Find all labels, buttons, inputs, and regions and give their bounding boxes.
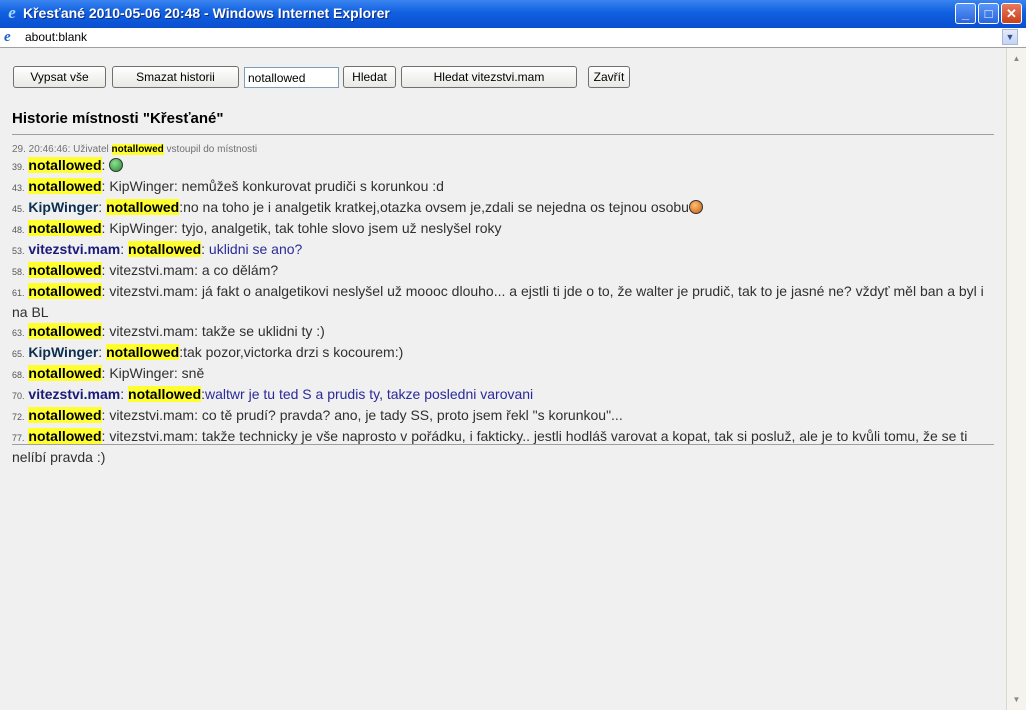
nick[interactable]: vitezstvi.mam [28,241,120,257]
top-divider [12,134,994,135]
scroll-up-icon[interactable]: ▲ [1009,51,1024,66]
chat-message: 58. notallowed: vitezstvi.mam: a co dělá… [12,262,279,278]
list-all-button[interactable]: Vypsat vše [13,66,106,88]
nick[interactable]: notallowed [28,157,102,173]
recipient-nick[interactable]: notallowed [128,386,202,402]
system-message: 29. 20:46:46: Uživatel notallowed vstoup… [12,144,258,155]
close-button[interactable]: Zavřít [588,66,630,88]
minimize-button[interactable]: _ [955,3,976,24]
maximize-button[interactable]: □ [978,3,999,24]
search-input[interactable] [244,67,339,88]
chat-message: 39. notallowed: [12,156,987,177]
clear-history-button[interactable]: Smazat historii [112,66,239,88]
chat-message: 63. notallowed: vitezstvi.mam: takže se … [12,323,325,339]
orange-smiley-icon [688,200,703,214]
bottom-divider [12,444,994,445]
chat-message: 68. notallowed: KipWinger: sně [12,365,205,381]
chat-message: 48. notallowed: KipWinger: tyjo, analget… [12,220,502,236]
address-bar[interactable]: e about:blank ▼ [0,28,1026,48]
nick[interactable]: notallowed [28,220,102,236]
chat-message: 43. notallowed: KipWinger: nemůžeš konku… [12,178,444,194]
address-dropdown-icon[interactable]: ▼ [1002,29,1018,45]
window-title: Křesťané 2010-05-06 20:48 - Windows Inte… [23,5,390,21]
chat-log: 29. 20:46:46: Uživatel notallowed vstoup… [12,143,987,467]
nick[interactable]: notallowed [28,262,102,278]
chat-message: 45. KipWinger: notallowed:no na toho je … [12,198,987,219]
chat-message: 72. notallowed: vitezstvi.mam: co tě pru… [12,407,623,423]
page-icon: e [4,29,11,45]
chat-message: 65. KipWinger: notallowed:tak pozor,vict… [12,344,404,360]
search-button[interactable]: Hledat [343,66,396,88]
recipient-nick[interactable]: notallowed [106,199,180,215]
ie-logo-icon: e [8,3,16,22]
green-smiley-icon [109,158,124,172]
chat-message: 53. vitezstvi.mam: notallowed: uklidni s… [12,241,303,257]
recipient-nick[interactable]: notallowed [128,241,202,257]
recipient-nick[interactable]: notallowed [106,344,180,360]
scroll-down-icon[interactable]: ▼ [1009,692,1024,707]
nick[interactable]: notallowed [28,283,102,299]
chat-message: 61. notallowed: vitezstvi.mam: já fakt o… [12,283,984,320]
address-url[interactable]: about:blank [25,30,87,44]
nick[interactable]: notallowed [28,178,102,194]
close-window-button[interactable]: ✕ [1001,3,1022,24]
nick[interactable]: vitezstvi.mam [28,386,120,402]
nick[interactable]: notallowed [28,365,102,381]
nick[interactable]: KipWinger [28,344,98,360]
nick[interactable]: notallowed [28,323,102,339]
search-user-button[interactable]: Hledat vitezstvi.mam [401,66,577,88]
nick[interactable]: notallowed [28,428,102,444]
vertical-scrollbar[interactable]: ▲ ▼ [1006,48,1026,710]
nick[interactable]: KipWinger [28,199,98,215]
chat-message: 70. vitezstvi.mam: notallowed:waltwr je … [12,386,534,402]
window-titlebar[interactable]: e Křesťané 2010-05-06 20:48 - Windows In… [0,0,1026,28]
chat-message: 77. notallowed: vitezstvi.mam: takže tec… [12,428,968,465]
page-title: Historie místnosti "Křesťané" [12,110,224,127]
page-content: Vypsat vše Smazat historii Hledat Hledat… [0,48,1006,710]
nick[interactable]: notallowed [28,407,102,423]
